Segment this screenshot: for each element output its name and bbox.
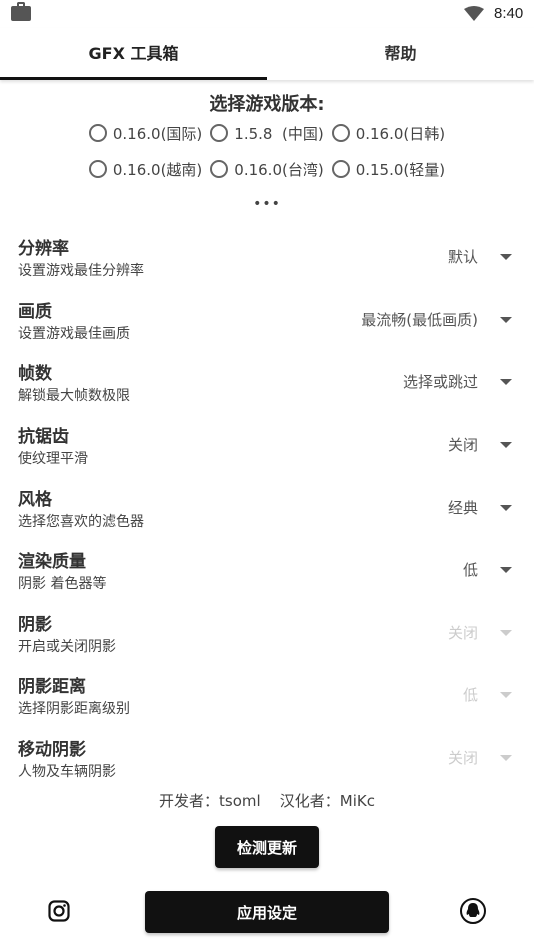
- setting-title: 阴影: [18, 615, 52, 635]
- radio-version-jpkr[interactable]: 0.16.0(日韩): [331, 120, 446, 146]
- credits-text: 开发者：tsoml 汉化者：MiKc: [159, 792, 375, 810]
- setting-style[interactable]: 风格 选择您喜欢的滤色器 经典: [0, 477, 534, 539]
- qq-icon[interactable]: [460, 898, 486, 924]
- version-row-2: 0.16.0(越南) 0.16.0(台湾) 0.15.0(轻量): [0, 156, 534, 182]
- setting-shadow: 阴影 开启或关闭阴影 关闭: [0, 602, 534, 664]
- dropdown-caret-icon: [500, 567, 512, 573]
- dropdown-caret-icon: [500, 692, 512, 698]
- setting-title: 画质: [18, 302, 52, 322]
- radio-circle-icon: [331, 160, 350, 178]
- apply-settings-button[interactable]: 应用设定: [145, 891, 389, 933]
- dropdown-caret-icon: [500, 630, 512, 636]
- setting-desc: 设置游戏最佳分辨率: [18, 263, 144, 279]
- dropdown-caret-icon: [500, 755, 512, 761]
- check-update-button[interactable]: 检测更新: [215, 826, 319, 868]
- setting-value: 关闭: [447, 624, 478, 642]
- setting-desc: 选择您喜欢的滤色器: [18, 514, 144, 530]
- setting-moving-shadow: 移动阴影 人物及车辆阴影 关闭: [0, 727, 534, 789]
- setting-render-quality[interactable]: 渲染质量 阴影 着色器等 低: [0, 539, 534, 601]
- setting-fps[interactable]: 帧数 解锁最大帧数极限 选择或跳过: [0, 351, 534, 413]
- setting-desc: 开启或关闭阴影: [18, 639, 116, 655]
- setting-graphics[interactable]: 画质 设置游戏最佳画质 最流畅(最低画质): [0, 289, 534, 351]
- radio-version-taiwan[interactable]: 0.16.0(台湾): [210, 156, 324, 182]
- setting-value: 经典: [447, 499, 478, 517]
- setting-title: 抗锯齿: [18, 427, 69, 447]
- radio-label: 0.15.0(轻量): [355, 160, 446, 179]
- radio-circle-icon: [210, 124, 229, 142]
- dropdown-caret-icon: [500, 379, 512, 385]
- status-bar: 8:40: [0, 0, 534, 28]
- instagram-icon[interactable]: [48, 900, 70, 922]
- dropdown-caret-icon: [500, 254, 512, 260]
- setting-value: 低: [462, 686, 478, 704]
- radio-circle-icon: [88, 160, 107, 178]
- radio-version-vietnam[interactable]: 0.16.0(越南): [88, 156, 203, 182]
- radio-label: 0.16.0(国际): [112, 124, 203, 143]
- setting-value: 关闭: [447, 436, 478, 454]
- radio-version-china[interactable]: 1.5.8 (中国): [210, 120, 324, 146]
- tab-indicator: [0, 77, 267, 80]
- radio-version-lite[interactable]: 0.15.0(轻量): [331, 156, 446, 182]
- radio-label: 0.16.0(越南): [112, 160, 203, 179]
- wifi-icon: [464, 6, 484, 21]
- setting-antialiasing[interactable]: 抗锯齿 使纹理平滑 关闭: [0, 414, 534, 476]
- setting-desc: 设置游戏最佳画质: [18, 326, 130, 342]
- setting-desc: 阴影 着色器等: [18, 576, 107, 592]
- briefcase-icon: [11, 2, 31, 21]
- setting-title: 阴影距离: [18, 677, 86, 697]
- tab-gfx-toolbox[interactable]: GFX 工具箱: [0, 28, 267, 80]
- version-row-1: 0.16.0(国际) 1.5.8 (中国) 0.16.0(日韩): [0, 120, 534, 146]
- setting-title: 风格: [18, 490, 52, 510]
- setting-desc: 人物及车辆阴影: [18, 764, 116, 780]
- radio-circle-icon: [210, 160, 229, 178]
- setting-resolution[interactable]: 分辨率 设置游戏最佳分辨率 默认: [0, 226, 534, 288]
- setting-shadow-distance: 阴影距离 选择阴影距离级别 低: [0, 664, 534, 726]
- setting-title: 帧数: [18, 364, 52, 384]
- setting-value: 关闭: [447, 749, 478, 767]
- setting-desc: 选择阴影距离级别: [18, 701, 130, 717]
- setting-title: 分辨率: [18, 239, 69, 259]
- dropdown-caret-icon: [500, 442, 512, 448]
- setting-desc: 解锁最大帧数极限: [18, 388, 130, 404]
- more-options-button[interactable]: •••: [0, 196, 534, 212]
- radio-version-global[interactable]: 0.16.0(国际): [88, 120, 203, 146]
- version-title: 选择游戏版本:: [209, 94, 325, 115]
- radio-circle-icon: [331, 124, 350, 142]
- setting-value: 最流畅(最低画质): [361, 311, 478, 329]
- tab-bar: GFX 工具箱 帮助: [0, 28, 534, 80]
- dropdown-caret-icon: [500, 317, 512, 323]
- setting-value: 默认: [447, 248, 478, 266]
- setting-desc: 使纹理平滑: [18, 451, 88, 467]
- radio-label: 0.16.0(日韩): [355, 124, 446, 143]
- radio-label: 1.5.8 (中国): [234, 124, 324, 143]
- radio-label: 0.16.0(台湾): [234, 160, 324, 179]
- status-time: 8:40: [494, 5, 524, 22]
- tab-help[interactable]: 帮助: [267, 28, 534, 80]
- dropdown-caret-icon: [500, 505, 512, 511]
- setting-title: 渲染质量: [18, 552, 86, 572]
- setting-value: 低: [462, 561, 478, 579]
- setting-title: 移动阴影: [18, 740, 86, 760]
- radio-circle-icon: [88, 124, 107, 142]
- setting-value: 选择或跳过: [402, 373, 478, 391]
